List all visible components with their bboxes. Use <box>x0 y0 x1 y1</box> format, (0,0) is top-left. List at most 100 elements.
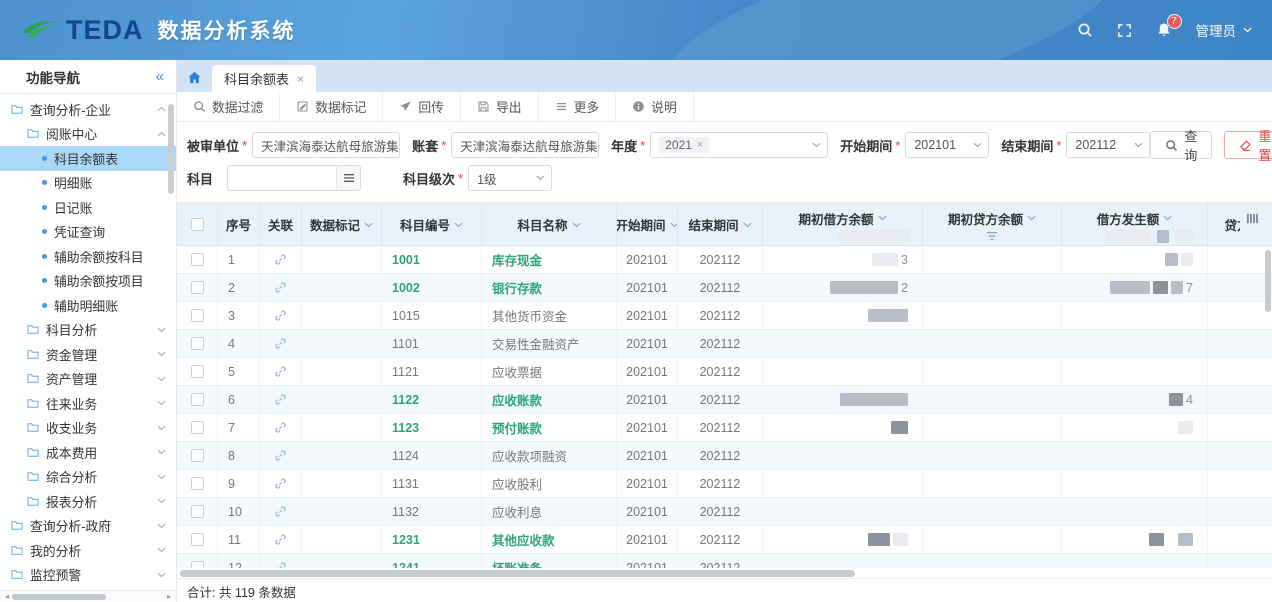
sidebar-item-辅助余额按项目[interactable]: 辅助余额按项目 <box>0 269 176 294</box>
subject-level-select[interactable]: 1级 <box>468 165 552 191</box>
subject-code[interactable]: 1002 <box>382 274 482 301</box>
sidebar-item-辅助余额按科目[interactable]: 辅助余额按科目 <box>0 244 176 269</box>
subject-code[interactable]: 1001 <box>382 246 482 273</box>
toolbar-button-说明[interactable]: 说明 <box>616 92 694 121</box>
toolbar-button-数据标记[interactable]: 数据标记 <box>280 92 383 121</box>
column-header-数据标记[interactable]: 数据标记 <box>302 204 382 245</box>
column-header-科目编号[interactable]: 科目编号 <box>382 204 482 245</box>
select-all-checkbox[interactable] <box>191 218 204 231</box>
year-select[interactable]: 2021 × <box>650 132 828 158</box>
subject-name[interactable]: 坏账准备 <box>482 554 617 568</box>
subject-code[interactable]: 1122 <box>382 386 482 413</box>
subject-name[interactable]: 预付账款 <box>482 414 617 441</box>
sidebar-horizontal-scrollbar[interactable]: ◂ ▸ <box>0 590 176 602</box>
scroll-right-arrow-icon[interactable]: ▸ <box>164 592 174 602</box>
sidebar-item-成本费用[interactable]: 成本费用 <box>0 440 176 465</box>
sort-caret-icon[interactable] <box>743 222 752 228</box>
sidebar-item-报表分析[interactable]: 报表分析 <box>0 489 176 514</box>
reset-button[interactable]: 重置 <box>1224 131 1272 159</box>
link-icon[interactable] <box>274 421 287 434</box>
tab-subject-balance[interactable]: 科目余额表 × <box>212 65 316 92</box>
row-checkbox[interactable] <box>191 449 204 462</box>
link-icon[interactable] <box>274 309 287 322</box>
search-icon[interactable] <box>1077 22 1093 38</box>
subject-code[interactable]: 1241 <box>382 554 482 568</box>
sidebar-item-收支业务[interactable]: 收支业务 <box>0 416 176 441</box>
grid-vertical-scrollbar[interactable] <box>1265 250 1271 312</box>
column-header-期初借方余额[interactable]: 期初借方余额 <box>763 204 923 245</box>
home-icon[interactable] <box>187 70 202 85</box>
sort-caret-icon[interactable] <box>454 222 463 228</box>
fullscreen-icon[interactable] <box>1117 23 1132 38</box>
sort-caret-icon[interactable] <box>572 222 581 228</box>
sidebar-collapse-icon[interactable]: « <box>156 68 164 85</box>
subject-picker-icon[interactable] <box>336 166 360 190</box>
remove-tag-icon[interactable]: × <box>697 139 703 151</box>
sort-caret-icon[interactable] <box>1027 215 1036 221</box>
subject-name[interactable]: 应收账款 <box>482 386 617 413</box>
query-button[interactable]: 查询 <box>1150 131 1212 159</box>
link-icon[interactable] <box>274 393 287 406</box>
grid-horizontal-scrollbar[interactable] <box>177 568 1272 578</box>
sidebar-item-日记账[interactable]: 日记账 <box>0 195 176 220</box>
sidebar-item-科目分析[interactable]: 科目分析 <box>0 318 176 343</box>
scroll-thumb[interactable] <box>180 570 855 577</box>
subject-name[interactable]: 库存现金 <box>482 246 617 273</box>
link-icon[interactable] <box>274 365 287 378</box>
column-header-结束期间[interactable]: 结束期间 <box>678 204 763 245</box>
toolbar-button-回传[interactable]: 回传 <box>383 92 461 121</box>
column-header-开始期间[interactable]: 开始期间 <box>617 204 678 245</box>
subject-code[interactable]: 1231 <box>382 526 482 553</box>
row-checkbox[interactable] <box>191 309 204 322</box>
link-icon[interactable] <box>274 561 287 568</box>
sort-caret-icon[interactable] <box>1163 215 1172 221</box>
sort-caret-icon[interactable] <box>670 222 678 228</box>
column-filter-icon[interactable] <box>986 231 998 241</box>
sort-caret-icon[interactable] <box>364 222 373 228</box>
sort-caret-icon[interactable] <box>878 215 887 221</box>
link-icon[interactable] <box>274 337 287 350</box>
sidebar-item-凭证查询[interactable]: 凭证查询 <box>0 220 176 245</box>
scroll-left-arrow-icon[interactable]: ◂ <box>2 592 12 602</box>
sidebar-item-明细账[interactable]: 明细账 <box>0 171 176 196</box>
sidebar-item-资金管理[interactable]: 资金管理 <box>0 342 176 367</box>
link-icon[interactable] <box>274 505 287 518</box>
link-icon[interactable] <box>274 281 287 294</box>
link-icon[interactable] <box>274 449 287 462</box>
notifications-bell[interactable]: 7 <box>1156 22 1172 38</box>
row-checkbox[interactable] <box>191 505 204 518</box>
sidebar-item-查询分析-企业[interactable]: 查询分析-企业 <box>0 97 176 122</box>
scroll-thumb[interactable] <box>12 594 106 600</box>
toolbar-button-导出[interactable]: 导出 <box>461 92 539 121</box>
row-checkbox[interactable] <box>191 421 204 434</box>
row-checkbox[interactable] <box>191 281 204 294</box>
subject-input[interactable] <box>227 165 361 191</box>
link-icon[interactable] <box>274 253 287 266</box>
row-checkbox[interactable] <box>191 561 204 568</box>
sidebar-vertical-scrollbar[interactable] <box>168 104 174 194</box>
sidebar-item-资产管理[interactable]: 资产管理 <box>0 367 176 392</box>
toolbar-button-数据过滤[interactable]: 数据过滤 <box>177 92 280 121</box>
row-checkbox[interactable] <box>191 253 204 266</box>
sidebar-item-监控预警[interactable]: 监控预警 <box>0 563 176 588</box>
sidebar-item-阅账中心[interactable]: 阅账中心 <box>0 122 176 147</box>
tab-close-icon[interactable]: × <box>297 72 304 86</box>
subject-code[interactable]: 1123 <box>382 414 482 441</box>
sidebar-item-往来业务[interactable]: 往来业务 <box>0 391 176 416</box>
subject-name[interactable]: 银行存款 <box>482 274 617 301</box>
toolbar-button-更多[interactable]: 更多 <box>539 92 617 121</box>
user-menu[interactable]: 管理员 <box>1196 20 1253 40</box>
column-header-期初贷方余额[interactable]: 期初贷方余额 <box>923 204 1062 245</box>
sidebar-item-综合分析[interactable]: 综合分析 <box>0 465 176 490</box>
sidebar-item-辅助明细账[interactable]: 辅助明细账 <box>0 293 176 318</box>
link-icon[interactable] <box>274 533 287 546</box>
start-period-select[interactable]: 202101 <box>905 132 989 158</box>
row-checkbox[interactable] <box>191 365 204 378</box>
column-settings-icon[interactable] <box>1246 213 1259 224</box>
sidebar-item-我的分析[interactable]: 我的分析 <box>0 538 176 563</box>
end-period-select[interactable]: 202112 <box>1066 132 1150 158</box>
account-book-input[interactable]: 天津滨海泰达航母旅游集团股份 <box>451 132 599 158</box>
column-header-科目名称[interactable]: 科目名称 <box>482 204 617 245</box>
sidebar-item-查询分析-政府[interactable]: 查询分析-政府 <box>0 514 176 539</box>
column-header-借方发生额[interactable]: 借方发生额 <box>1062 204 1208 245</box>
